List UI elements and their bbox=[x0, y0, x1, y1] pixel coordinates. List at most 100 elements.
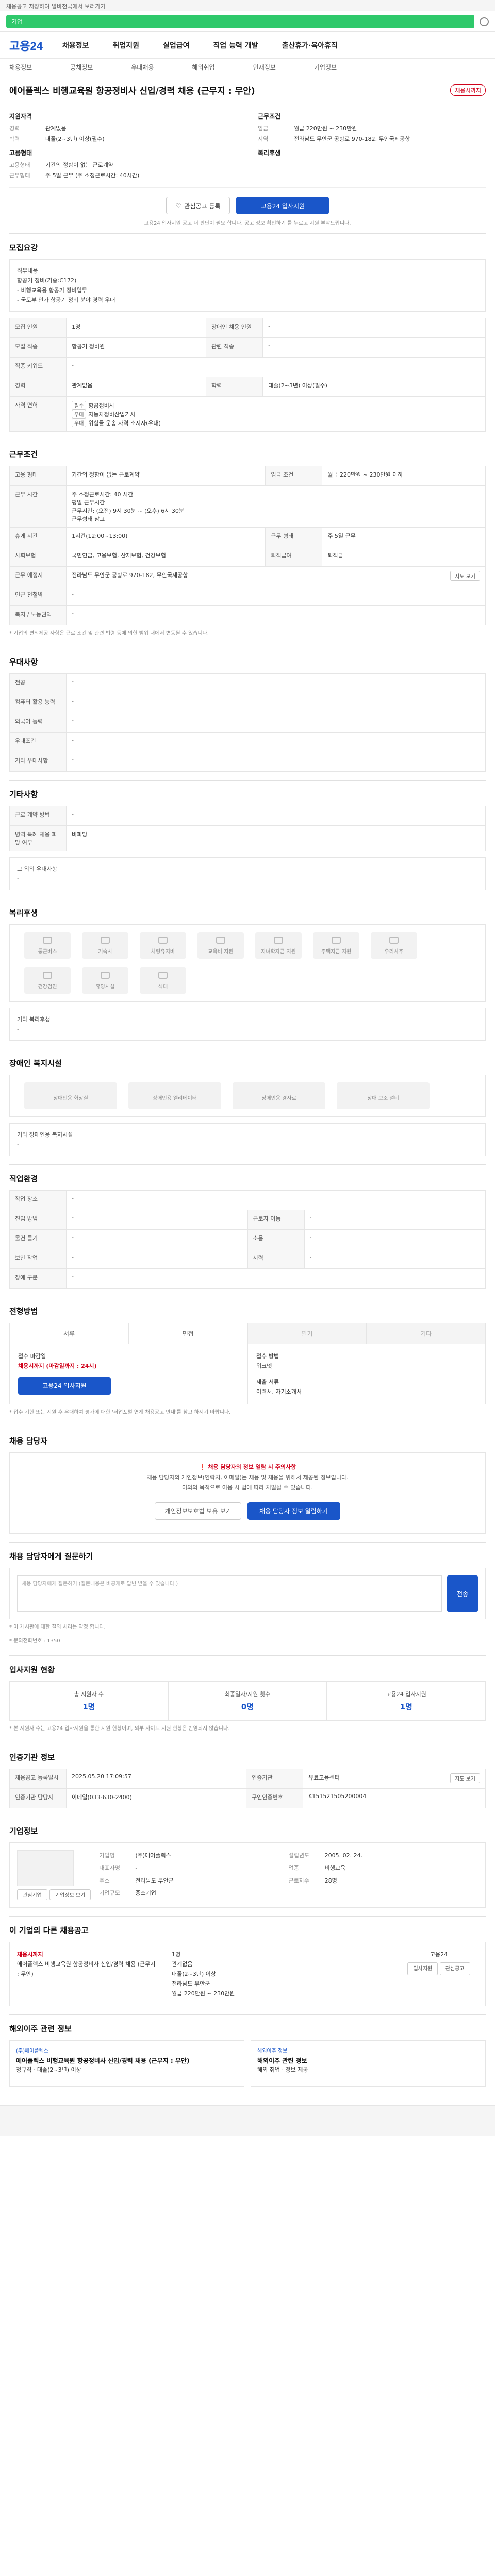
contract-value: - bbox=[66, 806, 486, 826]
company-section: 기업정보 관심기업 기업정보 보기 기업명 (주)에어플렉스 설립년도 2005. … bbox=[9, 1817, 486, 1916]
other-pref-label: 기타 우대사항 bbox=[9, 752, 67, 772]
process-steps: 서류 면접 필기 기타 bbox=[9, 1323, 486, 1344]
stat-total-label: 총 지원자 수 bbox=[74, 1691, 104, 1698]
subnav-item-public[interactable]: 공채정보 bbox=[70, 63, 93, 72]
similar-job-row[interactable]: 채용시까지 에어플렉스 비행교육원 항공정비사 신입/경력 채용 (근무지 : … bbox=[9, 1942, 486, 2006]
work-table: 고용 형태 기간의 정함이 없는 근로계약 임금 조건 월급 220만원 ~ 230만… bbox=[9, 466, 486, 625]
menu-item-jobs[interactable]: 채용정보 bbox=[62, 40, 89, 50]
summary-career-value: 관계없음 bbox=[45, 125, 67, 132]
severance-label: 퇴직급여 bbox=[265, 547, 323, 567]
menu-item-leave[interactable]: 출산휴가·육아휴직 bbox=[282, 40, 338, 50]
stat-final-value: 0명 bbox=[241, 1702, 254, 1711]
similar-job-title[interactable]: 에어플렉스 비행교육원 항공정비사 신입/경력 채용 (근무지 : 무안) bbox=[17, 1959, 157, 1979]
subnav-item-company[interactable]: 기업정보 bbox=[314, 63, 337, 72]
cert-org-label: 인증기관 bbox=[246, 1769, 304, 1789]
disabled-count-label: 장애인 채용 인원 bbox=[206, 318, 263, 338]
license-tag-1: 필수 bbox=[72, 401, 87, 410]
etc-section: 기타사항 근로 계약 방법 - 병역 특례 채용 희망 여부 비희망 그 외의 우대… bbox=[9, 780, 486, 899]
privacy-button[interactable]: 개인정보보호법 보유 보기 bbox=[155, 1502, 241, 1520]
top-notice-text: 채용공고 저장하여 알바천국에서 보러가기 bbox=[6, 3, 106, 10]
summary-cond-header: 근무조건 bbox=[258, 113, 281, 120]
summary-type-label: 고용형태 bbox=[9, 162, 30, 168]
cert-map-button[interactable]: 지도 보기 bbox=[450, 1773, 480, 1783]
menu-item-training[interactable]: 직업 능력 개발 bbox=[213, 40, 258, 50]
nearby-card-1-meta: 정규직 · 대졸(2~3년) 이상 bbox=[16, 2066, 81, 2073]
preferential-label: 우대조건 bbox=[9, 732, 67, 752]
similar-job-badge: 채용시까지 bbox=[17, 1951, 43, 1958]
stat-total: 총 지원자 수 1명 bbox=[10, 1682, 169, 1720]
workplace-map-button[interactable]: 지도 보기 bbox=[450, 571, 480, 581]
pay-label: 임금 조건 bbox=[265, 466, 323, 486]
reg-date-label: 채용공고 등록일시 bbox=[9, 1769, 67, 1789]
method-value: 워크넷 bbox=[256, 1363, 272, 1369]
qa-textarea[interactable]: 채용 담당자에게 질문하기 (질문내용은 비공개로 답변 받을 수 있습니다.) bbox=[17, 1575, 442, 1612]
method-label: 접수 방법 bbox=[256, 1353, 279, 1360]
company-scale-value: 중소기업 bbox=[135, 1889, 156, 1896]
job-type-label: 모집 직종 bbox=[9, 337, 67, 358]
env-section: 직업환경 작업 장소 - 진입 방법 - 근로자 이동 - 물건 들기 - 소음 - 보안 작… bbox=[9, 1164, 486, 1297]
contact-warning-text: 채용 담당자의 정보 열람 시 주의사항 bbox=[208, 1464, 296, 1470]
summary-type-value: 기간의 정함이 없는 근로계약 bbox=[45, 162, 113, 168]
menu-item-support[interactable]: 취업지원 bbox=[112, 40, 139, 50]
career-label: 경력 bbox=[9, 377, 67, 397]
welfare-resort-label: 휴양시설 bbox=[95, 984, 115, 990]
company-box: 관심기업 기업정보 보기 기업명 (주)에어플렉스 설립년도 2005. 02. 2… bbox=[9, 1842, 486, 1908]
company-rep-value: - bbox=[135, 1865, 138, 1872]
similar-meta-5: 월급 220만원 ~ 230만원 bbox=[172, 1990, 235, 1997]
stat-total-value: 1명 bbox=[82, 1702, 95, 1711]
scrap-button[interactable]: ♡ 관심공고 등록 bbox=[166, 197, 230, 214]
disabled-aid-label: 장애 보조 설비 bbox=[367, 1095, 399, 1101]
similar-apply-button[interactable]: 입사지원 bbox=[407, 1962, 438, 1975]
similar-meta-2: 관계없음 bbox=[172, 1961, 193, 1968]
env-table: 작업 장소 - 진입 방법 - 근로자 이동 - 물건 들기 - 소음 - 보안 작업 - 시력 -… bbox=[9, 1190, 486, 1289]
nearby-card-1[interactable]: (주)에어플렉스 에어플렉스 비행교육원 항공정비사 신입/경력 채용 (근무지… bbox=[9, 2040, 244, 2087]
employ-type-value: 기간의 정함이 없는 근로계약 bbox=[65, 466, 266, 486]
license-tag-2: 우대 bbox=[72, 410, 87, 418]
process-step-etc: 기타 bbox=[367, 1323, 485, 1344]
subnav-item-talent[interactable]: 인재정보 bbox=[253, 63, 276, 72]
company-industry-value: 비행교육 bbox=[324, 1865, 346, 1872]
company-name-value: (주)에어플렉스 bbox=[135, 1852, 171, 1859]
company-industry-label: 업종 bbox=[288, 1865, 299, 1872]
related-job-value: - bbox=[262, 337, 486, 358]
process-note: * 접수 기한 또는 지원 후 우대하여 평가에 대한 '취업포털 연계 채용공… bbox=[9, 1410, 231, 1415]
subnav-item-preferred[interactable]: 우대채용 bbox=[131, 63, 154, 72]
similar-scrap-button[interactable]: 관심공고 bbox=[439, 1962, 470, 1975]
etc-heading: 기타사항 bbox=[9, 790, 38, 799]
company-date-value: 2005. 02. 24. bbox=[324, 1852, 363, 1859]
apply-button[interactable]: 고용24 입사지원 bbox=[236, 197, 329, 214]
subnav-item-jobs[interactable]: 채용정보 bbox=[9, 63, 32, 72]
break-label: 휴게 시간 bbox=[9, 527, 67, 547]
cert-no-value: K151521505200004 bbox=[303, 1788, 486, 1808]
similar-job-actions: 고용24 입사지원 관심공고 bbox=[392, 1942, 485, 2006]
welfare-car: 차량유지비 bbox=[140, 932, 186, 959]
company-scale-label: 기업규모 bbox=[99, 1889, 120, 1896]
search-icon[interactable] bbox=[480, 16, 489, 26]
welfare-meal: 식대 bbox=[140, 967, 186, 994]
view-contact-button[interactable]: 채용 담당자 정보 열람하기 bbox=[247, 1502, 340, 1520]
process-apply-button[interactable]: 고용24 입사지원 bbox=[18, 1377, 111, 1395]
welfare-house-label: 주택자금 지원 bbox=[321, 948, 352, 955]
job-desc-line-3: - 국토부 인가 항공기 정비 분야 경력 우대 bbox=[17, 297, 116, 303]
search-bar: 기업 bbox=[0, 11, 495, 32]
career-value: 관계없음 bbox=[65, 377, 207, 397]
sub-nav: 채용정보 공채정보 우대채용 해외취업 인재정보 기업정보 bbox=[0, 59, 495, 76]
site-logo[interactable]: 고용24 bbox=[9, 37, 43, 54]
company-rep-label: 대표자명 bbox=[99, 1865, 120, 1872]
summary-career-label: 경력 bbox=[9, 125, 20, 132]
search-input[interactable]: 기업 bbox=[6, 14, 474, 28]
menu-item-benefit[interactable]: 실업급여 bbox=[163, 40, 190, 50]
top-notice-bar: 채용공고 저장하여 알바천국에서 보러가기 bbox=[0, 0, 495, 11]
stat-online-value: 1명 bbox=[400, 1702, 412, 1711]
fav-company-button[interactable]: 관심기업 bbox=[17, 1889, 47, 1900]
company-detail-button[interactable]: 기업정보 보기 bbox=[49, 1889, 91, 1900]
global-nav: 고용24 채용정보 취업지원 실업급여 직업 능력 개발 출산휴가·육아휴직 bbox=[0, 32, 495, 59]
subnav-item-overseas[interactable]: 해외취업 bbox=[192, 63, 215, 72]
contact-line-2: 이외의 목적으로 이용 시 법에 따라 처벌될 수 있습니다. bbox=[182, 1484, 314, 1491]
welfare-health-label: 건강검진 bbox=[38, 984, 57, 990]
nearby-card-2[interactable]: 해외이주 정보 해외이주 관련 정보 해외 취업 · 정보 제공 bbox=[251, 2040, 486, 2087]
work-note: * 기업의 편의제공 사항은 근로 조건 및 관련 법령 등에 의한 범위 내에… bbox=[9, 631, 209, 636]
welfare-heading: 복리후생 bbox=[9, 908, 38, 918]
summary-edu-label: 학력 bbox=[9, 135, 20, 142]
qa-submit-button[interactable]: 전송 bbox=[447, 1575, 478, 1612]
